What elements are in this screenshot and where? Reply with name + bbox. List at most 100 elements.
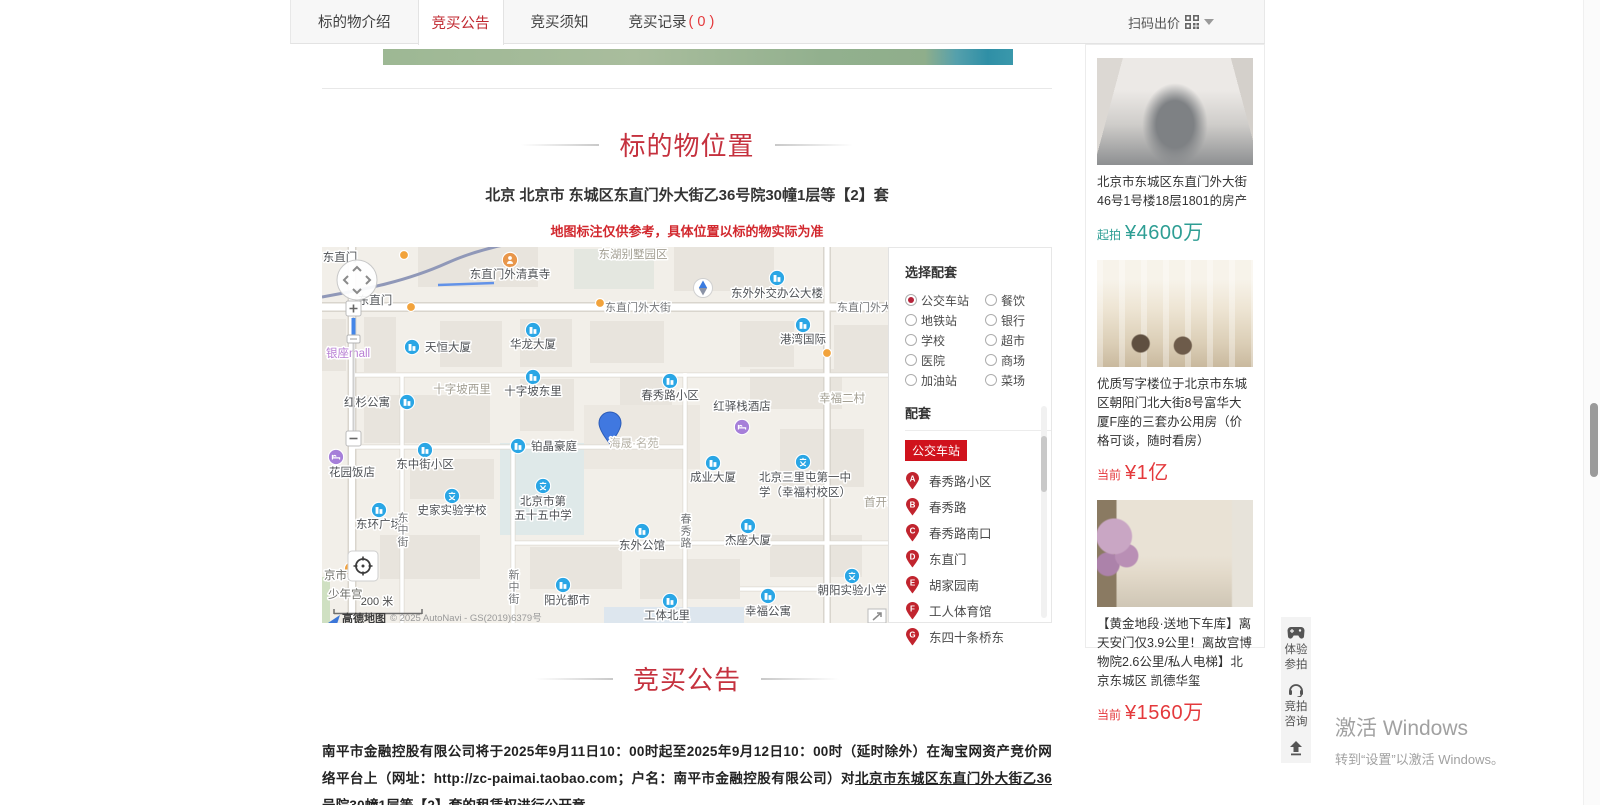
scrollbar-thumb[interactable]	[1590, 403, 1598, 477]
amenity-option-mall[interactable]: 商场	[985, 352, 1025, 369]
map-label: 朝阳实验小学	[818, 583, 887, 597]
listing-price: 当前 ¥1亿	[1097, 456, 1253, 485]
road-label: 新中街	[507, 568, 520, 605]
radio-icon[interactable]	[985, 374, 997, 386]
marker-pin-icon: E	[905, 575, 920, 594]
tab-records[interactable]: 竞买记录( 0 )	[616, 0, 728, 43]
listing-card[interactable]: 北京市东城区东直门外大街46号1号楼18层1801的房产 起拍 ¥4600万	[1086, 45, 1264, 247]
map-label: 幸福二村	[819, 391, 865, 405]
tab-item-intro[interactable]: 标的物介绍	[305, 0, 404, 43]
tab-label: 竞买记录	[629, 11, 687, 32]
listing-card[interactable]: 优质写字楼位于北京市东城区朝阳门北大街8号富华大厦F座的三套办公用房（价格可谈，…	[1086, 247, 1264, 487]
map-brand: 高德地图	[342, 611, 386, 623]
marker-letter: F	[910, 604, 915, 613]
map-label: 阳光都市	[544, 593, 590, 607]
map-canvas[interactable]: 东直门 东直门 东直门外清真寺 东湖别墅园区 东外外交办公大楼 东直门外大街 东…	[322, 247, 888, 623]
amenity-options: 公交车站 餐饮 地铁站 银行 学校 超市 医院	[905, 290, 1051, 390]
map-label: 红杉公寓	[344, 395, 390, 409]
amenity-option-school[interactable]: 学校	[905, 332, 985, 349]
station-name: 东直门	[929, 549, 967, 568]
heading-line-right	[761, 678, 839, 680]
photo-strip	[383, 49, 1013, 65]
experience-bid-button[interactable]: 体验参拍	[1283, 643, 1309, 673]
map-label: 红驿栈酒店	[713, 399, 771, 413]
building-poi-icon	[399, 394, 414, 409]
station-row[interactable]: B 春秀路	[905, 493, 1051, 519]
building-poi-icon	[510, 438, 525, 453]
amenity-option-food[interactable]: 餐饮	[985, 292, 1025, 309]
radio-selected-icon[interactable]	[905, 294, 917, 306]
map-label: 十字坡西里	[433, 382, 491, 396]
panel-scrollbar-thumb[interactable]	[1041, 436, 1047, 492]
building-poi-icon	[662, 593, 677, 608]
tab-announcement[interactable]: 竞买公告	[418, 0, 504, 45]
tab-label: 标的物介绍	[318, 11, 391, 32]
radio-icon[interactable]	[985, 314, 997, 326]
tab-notice[interactable]: 竞买须知	[518, 0, 602, 43]
option-label: 地铁站	[921, 312, 957, 329]
listing-price: 起拍 ¥4600万	[1097, 216, 1253, 245]
marker-letter: A	[910, 474, 916, 483]
map-label: 北京三里屯第一中	[759, 470, 851, 484]
main-content: 标的物位置 北京 北京市 东城区东直门外大街乙36号院30幢1层等【2】套 地图…	[322, 44, 1052, 805]
building-poi-icon	[634, 523, 649, 538]
amenity-option-gas[interactable]: 加油站	[905, 372, 985, 389]
building-poi-icon	[371, 502, 386, 517]
map-copyright: © 2025 AutoNavi - GS(2019)6379号	[390, 613, 542, 623]
panel-scrollbar[interactable]	[1041, 406, 1047, 618]
amenity-option-grocery[interactable]: 菜场	[985, 372, 1025, 389]
amenity-option-market[interactable]: 超市	[985, 332, 1025, 349]
geolocate-button[interactable]	[348, 551, 378, 581]
station-row[interactable]: F 工人体育馆	[905, 597, 1051, 623]
station-row[interactable]: A 春秀路小区	[905, 467, 1051, 493]
station-row[interactable]: G 东四十条桥东	[905, 623, 1051, 649]
station-row[interactable]: D 东直门	[905, 545, 1051, 571]
map-label: 华龙大厦	[510, 337, 556, 351]
listing-photo-corridor	[1097, 58, 1253, 165]
option-label: 医院	[921, 352, 945, 369]
marker-pin-icon: C	[905, 523, 920, 542]
amenity-option-subway[interactable]: 地铁站	[905, 312, 985, 329]
radio-icon[interactable]	[905, 354, 917, 366]
listing-card[interactable]: 【黄金地段·送地下车库】离天安门仅3.9公里！离故宫博物院2.6公里/私人电梯】…	[1086, 487, 1264, 727]
map-label: 东外公馆	[619, 538, 665, 552]
radio-icon[interactable]	[905, 334, 917, 346]
map-svg: 东直门 东直门 东直门外清真寺 东湖别墅园区 东外外交办公大楼 东直门外大街 东…	[322, 247, 888, 623]
marker-letter: E	[910, 578, 916, 587]
station-row[interactable]: E 胡家园南	[905, 571, 1051, 597]
option-label: 商场	[1001, 352, 1025, 369]
windows-activation-watermark: 激活 Windows 转到“设置”以激活 Windows。	[1335, 712, 1504, 768]
amenity-option-bus[interactable]: 公交车站	[905, 292, 985, 309]
amenity-option-hospital[interactable]: 医院	[905, 352, 985, 369]
building-poi-icon	[525, 369, 540, 384]
school-poi-icon	[535, 478, 550, 493]
map-label: 学（幸福村校区）	[759, 485, 851, 499]
radio-icon[interactable]	[985, 354, 997, 366]
back-to-top-button[interactable]	[1281, 733, 1311, 763]
road-label: 春秀路	[679, 513, 692, 549]
listing-price: 当前 ¥1560万	[1097, 696, 1253, 725]
amenity-option-bank[interactable]: 银行	[985, 312, 1025, 329]
headset-icon	[1288, 682, 1304, 697]
chevron-down-icon	[1204, 19, 1214, 25]
map-label: 铂晶豪庭	[531, 439, 577, 453]
option-label: 菜场	[1001, 372, 1025, 389]
map-disclaimer: 地图标注仅供参考，具体位置以标的物实际为准	[322, 221, 1052, 240]
radio-icon[interactable]	[985, 294, 997, 306]
building-poi-icon	[404, 339, 419, 354]
road-label: 东直门外大街	[605, 300, 671, 314]
station-row[interactable]: C 春秀路南口	[905, 519, 1051, 545]
compass-control[interactable]	[694, 279, 713, 298]
hotel-poi-icon	[734, 419, 749, 434]
map-expand-button[interactable]	[868, 609, 886, 623]
announcement-title: 竞买公告	[633, 660, 741, 697]
map-pan-control[interactable]	[337, 260, 377, 300]
arrow-up-icon	[1288, 740, 1304, 756]
scan-to-bid-button[interactable]: 扫码出价	[1128, 0, 1214, 44]
option-label: 加油站	[921, 372, 957, 389]
browser-scrollbar[interactable]	[1583, 0, 1600, 805]
radio-icon[interactable]	[985, 334, 997, 346]
auction-consult-button[interactable]: 竞拍咨询	[1283, 700, 1309, 730]
radio-icon[interactable]	[905, 374, 917, 386]
radio-icon[interactable]	[905, 314, 917, 326]
